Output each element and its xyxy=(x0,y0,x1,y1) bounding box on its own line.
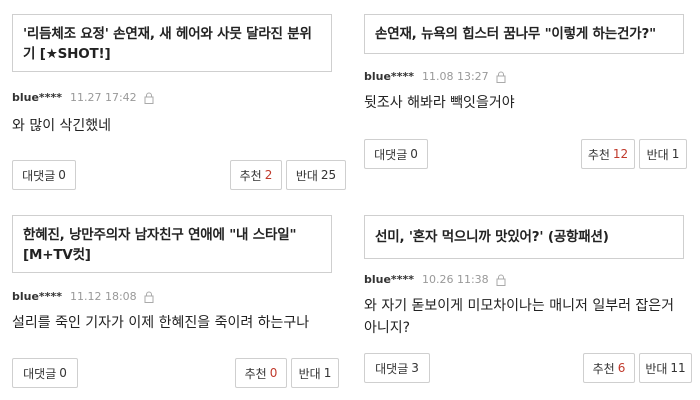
reply-count: 3 xyxy=(411,361,419,375)
like-count: 0 xyxy=(269,366,278,380)
like-count: 2 xyxy=(264,168,273,182)
like-count: 12 xyxy=(612,147,629,161)
lock-icon xyxy=(144,92,154,104)
reply-label: 대댓글 xyxy=(23,366,57,381)
comment-text: 와 많이 삭긴했네 xyxy=(12,118,112,134)
dislike-label: 반대 xyxy=(298,366,321,381)
dislike-button[interactable]: 반대 1 xyxy=(291,358,339,388)
comment-text: 와 자기 돋보이게 미모차이나는 매니저 일부러 잡은거 아니지? xyxy=(364,298,675,336)
timestamp: 11.27 17:42 xyxy=(69,91,137,104)
dislike-label: 반대 xyxy=(646,147,669,162)
reply-count: 0 xyxy=(58,168,66,182)
like-label: 추천 xyxy=(592,361,615,376)
dislike-label: 반대 xyxy=(295,168,318,183)
dislike-button[interactable]: 반대 1 xyxy=(639,139,687,169)
dislike-count: 25 xyxy=(320,168,337,182)
comment-meta: blue**** 11.08 13:27 xyxy=(364,70,506,83)
reply-button[interactable]: 대댓글 0 xyxy=(12,358,78,388)
timestamp: 11.08 13:27 xyxy=(421,70,489,83)
dislike-count: 11 xyxy=(670,361,686,375)
comment-text: 설리를 죽인 기자가 이제 한혜진을 죽이려 하는구나 xyxy=(12,315,310,331)
comment-text: 뒷조사 해봐라 빽잇을거야 xyxy=(364,95,515,111)
article-headline[interactable]: 한혜진, 낭만주의자 남자친구 연애에 "내 스타일" [M+TV컷] xyxy=(12,215,332,273)
reply-count: 0 xyxy=(410,147,418,161)
username[interactable]: blue**** xyxy=(364,273,414,286)
username[interactable]: blue**** xyxy=(12,290,62,303)
reply-button[interactable]: 대댓글 0 xyxy=(12,160,76,190)
lock-icon xyxy=(496,274,506,286)
dislike-label: 반대 xyxy=(645,361,668,376)
article-headline[interactable]: 손연재, 뉴욕의 힙스터 꿈나무 "이렇게 하는건가?" xyxy=(364,14,684,54)
like-label: 추천 xyxy=(244,366,267,381)
like-button[interactable]: 추천 12 xyxy=(581,139,635,169)
timestamp: 11.12 18:08 xyxy=(69,290,137,303)
dislike-count: 1 xyxy=(323,366,332,380)
reply-button[interactable]: 대댓글 0 xyxy=(364,139,428,169)
article-headline[interactable]: '리듬체조 요정' 손연재, 새 헤어와 사뭇 달라진 분위기 [★SHOT!] xyxy=(12,14,332,72)
lock-icon xyxy=(144,291,154,303)
reply-label: 대댓글 xyxy=(374,147,408,162)
comment-meta: blue**** 11.12 18:08 xyxy=(12,290,154,303)
like-button[interactable]: 추천 0 xyxy=(235,358,287,388)
username[interactable]: blue**** xyxy=(364,70,414,83)
comment-meta: blue**** 11.27 17:42 xyxy=(12,91,154,104)
reply-button[interactable]: 대댓글 3 xyxy=(364,353,430,383)
dislike-button[interactable]: 반대 11 xyxy=(639,353,692,383)
lock-icon xyxy=(496,71,506,83)
reply-label: 대댓글 xyxy=(22,168,56,183)
dislike-count: 1 xyxy=(671,147,680,161)
article-headline[interactable]: 선미, '혼자 먹으니까 맛있어?' (공항패션) xyxy=(364,215,684,259)
comment-meta: blue**** 10.26 11:38 xyxy=(364,273,506,286)
reply-label: 대댓글 xyxy=(375,361,409,376)
reply-count: 0 xyxy=(59,366,67,380)
like-label: 추천 xyxy=(239,168,262,183)
dislike-button[interactable]: 반대 25 xyxy=(286,160,346,190)
like-count: 6 xyxy=(617,361,626,375)
timestamp: 10.26 11:38 xyxy=(421,273,489,286)
username[interactable]: blue**** xyxy=(12,91,62,104)
like-label: 추천 xyxy=(587,147,610,162)
like-button[interactable]: 추천 2 xyxy=(230,160,282,190)
like-button[interactable]: 추천 6 xyxy=(583,353,635,383)
